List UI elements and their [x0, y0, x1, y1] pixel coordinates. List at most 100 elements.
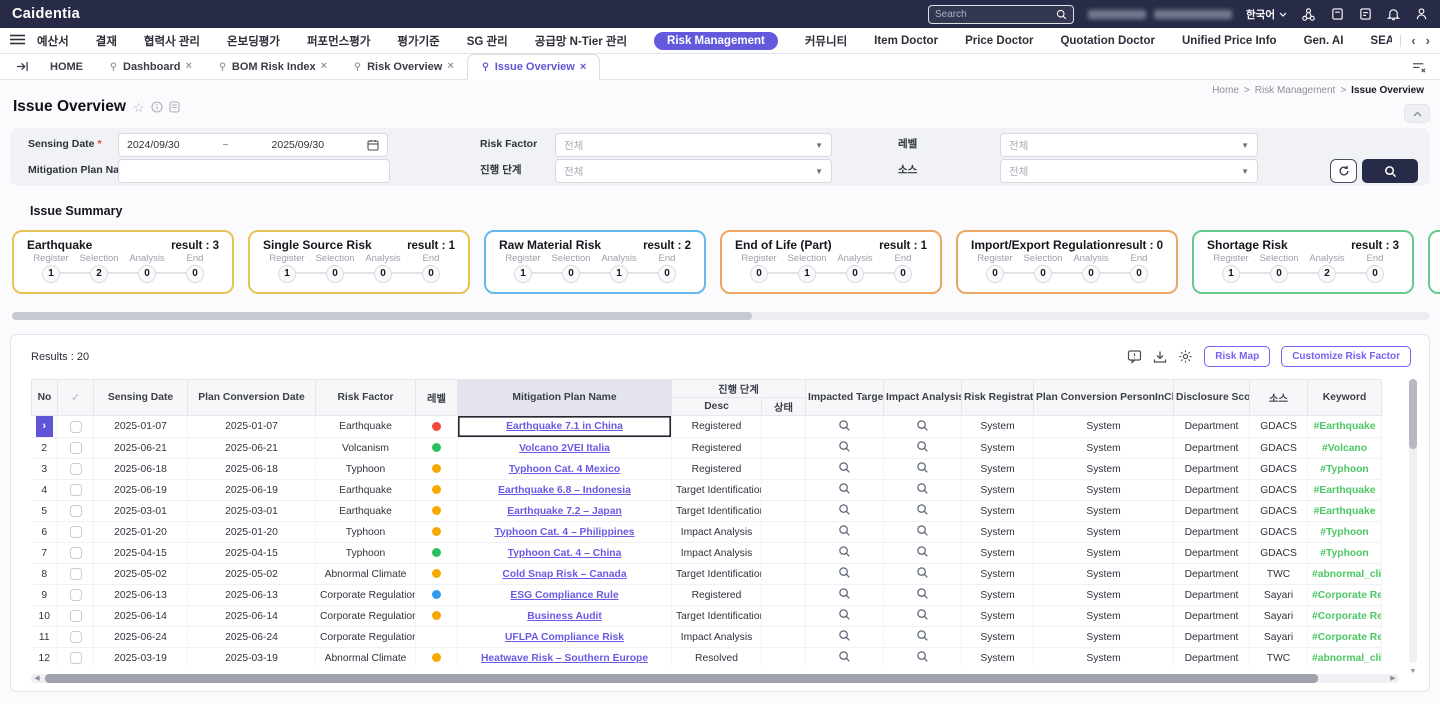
menu-item-item-doctor[interactable]: Item Doctor — [874, 35, 938, 47]
menu-item-unified-price-info[interactable]: Unified Price Info — [1182, 35, 1277, 47]
magnifier-icon[interactable] — [838, 524, 851, 537]
row-checkbox[interactable] — [70, 442, 82, 454]
magnifier-icon[interactable] — [916, 650, 929, 663]
col-stage-desc[interactable]: Desc — [672, 398, 762, 416]
col-disclosure-scope[interactable]: Disclosure Scope — [1174, 380, 1250, 416]
magnifier-icon[interactable] — [838, 440, 851, 453]
magnifier-icon[interactable] — [838, 419, 851, 432]
magnifier-icon[interactable] — [916, 461, 929, 474]
magnifier-icon[interactable] — [838, 587, 851, 600]
menu-item-item[interactable]: 커뮤니티 — [805, 33, 847, 49]
menu-item-price-doctor[interactable]: Price Doctor — [965, 35, 1033, 47]
col-stage-status[interactable]: 상태 — [762, 398, 806, 416]
scroll-down-icon[interactable]: ▼ — [1409, 668, 1417, 675]
col-risk-factor[interactable]: Risk Factor — [316, 380, 416, 416]
menu-item-item[interactable]: 평가기준 — [397, 33, 439, 49]
close-all-tabs-icon[interactable] — [1406, 54, 1432, 79]
magnifier-icon[interactable] — [838, 629, 851, 642]
tab-dashboard[interactable]: Dashboard× — [96, 54, 205, 79]
menu-item-quotation-doctor[interactable]: Quotation Doctor — [1060, 35, 1155, 47]
summary-scrollbar-thumb[interactable] — [12, 312, 752, 320]
collapse-filters-button[interactable] — [1404, 104, 1430, 123]
magnifier-icon[interactable] — [916, 608, 929, 621]
tab-close-icon[interactable]: × — [321, 61, 327, 72]
org-network-icon[interactable] — [1301, 7, 1316, 22]
col-check[interactable]: ✓ — [58, 380, 94, 416]
menu-item-sg[interactable]: SG 관리 — [467, 33, 508, 49]
mitigation-plan-link[interactable]: UFLPA Compliance Risk — [505, 632, 624, 643]
stage-select[interactable]: 전체▼ — [555, 159, 832, 183]
tab-close-icon[interactable]: × — [447, 61, 453, 72]
tab-close-icon[interactable]: × — [185, 61, 191, 72]
mitigation-plan-name-input[interactable] — [127, 165, 381, 177]
date-to-value[interactable]: 2025/09/30 — [272, 139, 325, 151]
row-number[interactable]: › — [32, 416, 58, 438]
mitigation-plan-link[interactable]: Volcano 2VEI Italia — [519, 443, 610, 454]
global-search-input[interactable] — [935, 9, 1056, 20]
col-source[interactable]: 소스 — [1250, 380, 1308, 416]
customize-risk-factor-button[interactable]: Customize Risk Factor — [1281, 346, 1411, 367]
risk-factor-select[interactable]: 전체▼ — [555, 133, 832, 157]
calendar-icon[interactable] — [367, 139, 379, 151]
magnifier-icon[interactable] — [916, 419, 929, 432]
clipboard-icon[interactable] — [1331, 7, 1344, 21]
magnifier-icon[interactable] — [916, 545, 929, 558]
hamburger-icon[interactable] — [10, 32, 25, 50]
mitigation-plan-link[interactable]: Typhoon Cat. 4 Mexico — [509, 464, 620, 475]
col-plan-conversion-date[interactable]: Plan Conversion Date — [188, 380, 316, 416]
row-checkbox[interactable] — [70, 547, 82, 559]
menu-item-item[interactable]: 결재 — [96, 33, 117, 49]
search-button[interactable] — [1362, 159, 1418, 183]
row-checkbox[interactable] — [70, 610, 82, 622]
col-risk-registrator[interactable]: Risk Registrator — [962, 380, 1034, 416]
mitigation-plan-link[interactable]: Heatwave Risk – Southern Europe — [481, 653, 648, 664]
tab-risk-overview[interactable]: Risk Overview× — [340, 54, 467, 79]
mitigation-plan-name-field[interactable] — [118, 159, 390, 183]
menu-item-gen-ai[interactable]: Gen. AI — [1304, 35, 1344, 47]
mitigation-plan-link[interactable]: Earthquake 7.2 – Japan — [507, 506, 621, 517]
reset-button[interactable] — [1330, 159, 1357, 183]
mitigation-plan-link[interactable]: ESG Compliance Rule — [510, 590, 618, 601]
magnifier-icon[interactable] — [838, 608, 851, 621]
source-select[interactable]: 전체▼ — [1000, 159, 1258, 183]
col-impact-analysis[interactable]: Impact Analysis — [884, 380, 962, 416]
tab-bom-risk-index[interactable]: BOM Risk Index× — [205, 54, 340, 79]
table-horizontal-scrollbar[interactable]: ◀ ▶ — [31, 674, 1399, 683]
mitigation-plan-link[interactable]: Typhoon Cat. 4 – Philippines — [495, 527, 635, 538]
sensing-date-range-input[interactable]: 2024/09/30 ~ 2025/09/30 — [118, 133, 388, 157]
row-checkbox[interactable] — [70, 463, 82, 475]
col-impacted-target[interactable]: Impacted Target — [806, 380, 884, 416]
scroll-right-icon[interactable]: ▶ — [1387, 674, 1399, 683]
table-vertical-scroll-thumb[interactable] — [1409, 379, 1417, 449]
magnifier-icon[interactable] — [916, 587, 929, 600]
table-horizontal-scroll-thumb[interactable] — [45, 674, 1318, 683]
tab-home[interactable]: HOME — [37, 54, 96, 79]
menu-scroll-left-icon[interactable]: ‹ — [1411, 34, 1415, 47]
col-mitigation-plan-name[interactable]: Mitigation Plan Name — [458, 380, 672, 416]
favorite-star-icon[interactable]: ☆ — [133, 101, 145, 114]
tab-close-icon[interactable]: × — [580, 62, 586, 73]
breadcrumb-item[interactable]: Issue Overview — [1351, 85, 1424, 96]
menu-item-item[interactable]: 협력사 관리 — [144, 33, 200, 49]
magnifier-icon[interactable] — [838, 650, 851, 663]
row-checkbox[interactable] — [70, 505, 82, 517]
risk-map-button[interactable]: Risk Map — [1204, 346, 1270, 367]
menu-item-search[interactable]: SEARCH — [1370, 35, 1392, 47]
manual-document-icon[interactable] — [169, 101, 180, 113]
menu-item-item[interactable]: 퍼포먼스평가 — [307, 33, 370, 49]
table-vertical-scrollbar[interactable]: ▼ — [1409, 379, 1417, 663]
download-icon[interactable] — [1153, 350, 1167, 364]
magnifier-icon[interactable] — [838, 461, 851, 474]
row-checkbox[interactable] — [70, 568, 82, 580]
menu-item-risk-management[interactable]: Risk Management — [654, 32, 778, 50]
menu-item-n-tier[interactable]: 공급망 N-Tier 관리 — [535, 33, 627, 49]
row-checkbox[interactable] — [70, 484, 82, 496]
summary-scrollbar[interactable] — [12, 312, 1430, 320]
magnifier-icon[interactable] — [838, 503, 851, 516]
feedback-icon[interactable] — [1127, 349, 1142, 364]
mitigation-plan-link[interactable]: Business Audit — [527, 611, 602, 622]
search-icon[interactable] — [1056, 9, 1067, 20]
breadcrumb-item[interactable]: Risk Management — [1255, 85, 1336, 96]
col-plan-conversion-pic[interactable]: Plan Conversion PersonInCharge — [1034, 380, 1174, 416]
magnifier-icon[interactable] — [916, 629, 929, 642]
